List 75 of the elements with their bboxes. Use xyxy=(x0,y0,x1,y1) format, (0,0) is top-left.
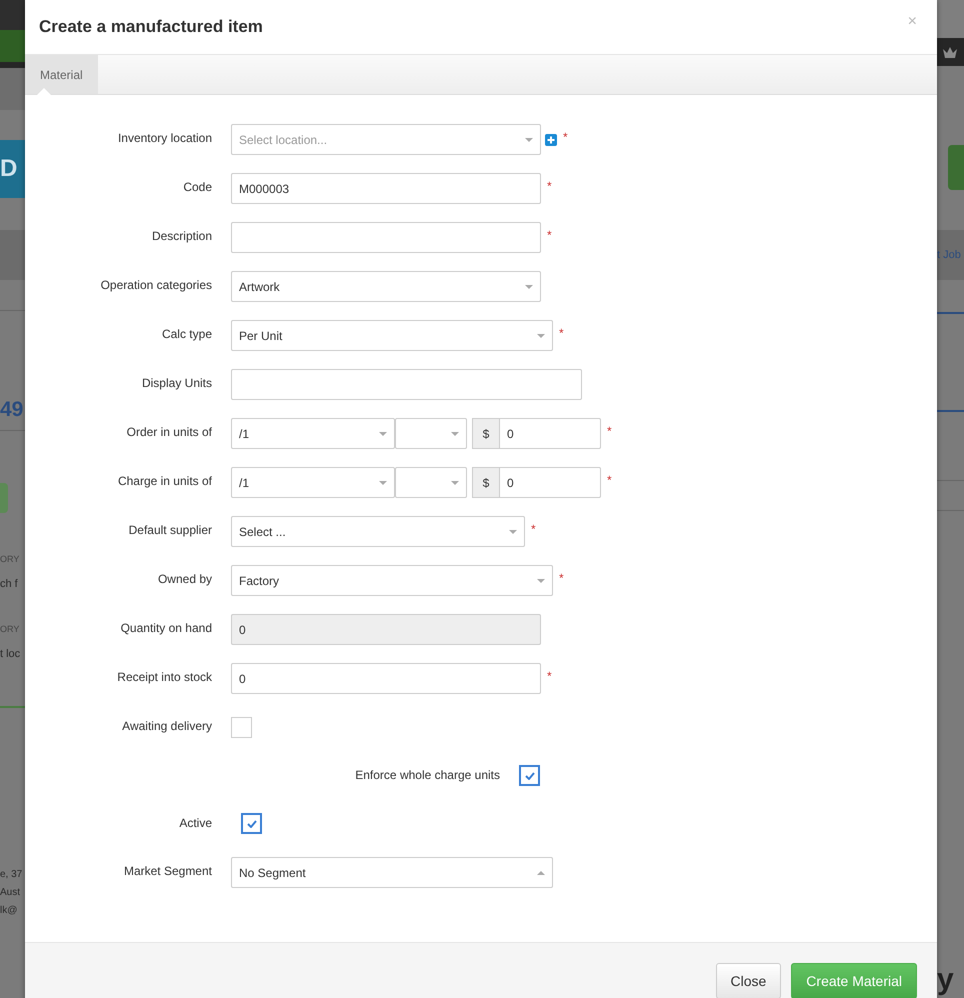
input-field[interactable]: 0 xyxy=(499,418,601,449)
action-button[interactable] xyxy=(948,145,964,190)
background-text: ORY xyxy=(0,553,20,566)
top-bar xyxy=(0,0,25,30)
input-field[interactable] xyxy=(231,369,582,400)
caret-down-icon xyxy=(379,432,387,436)
currency-addon: $ xyxy=(472,467,499,498)
add-icon[interactable] xyxy=(545,134,557,146)
required-marker: * xyxy=(607,472,612,489)
check-icon xyxy=(524,772,534,780)
field-label: Order in units of xyxy=(126,424,212,441)
crown-icon[interactable] xyxy=(942,46,958,58)
tab[interactable]: Material xyxy=(25,55,98,94)
caret-down-icon xyxy=(379,480,387,484)
checkbox[interactable] xyxy=(231,717,252,738)
select-field[interactable]: Factory xyxy=(231,565,553,596)
background-text: 49 xyxy=(0,398,24,422)
checkbox[interactable] xyxy=(519,765,540,786)
background-text: e, 37 xyxy=(0,868,22,882)
currency-addon: $ xyxy=(472,418,499,449)
field-label: Active xyxy=(178,815,212,832)
background-text: D xyxy=(0,155,18,183)
required-marker: * xyxy=(559,325,564,342)
field-label: Default supplier xyxy=(128,522,212,539)
field-label: Description xyxy=(150,228,212,245)
required-marker: * xyxy=(547,178,552,195)
input-field[interactable]: 0 xyxy=(499,467,601,498)
select-field[interactable] xyxy=(395,467,467,498)
field-label: Code xyxy=(182,179,212,196)
input-field[interactable]: 0 xyxy=(231,614,541,645)
select-field[interactable]: /1 xyxy=(231,418,395,449)
status-tile xyxy=(0,483,8,513)
toolbar-strip xyxy=(0,62,25,68)
field-label: Market Segment xyxy=(122,863,212,880)
required-marker: * xyxy=(547,668,552,685)
field-label: Calc type xyxy=(160,326,212,343)
field-label: Operation categories xyxy=(100,277,212,294)
background-text: Aust xyxy=(0,886,20,900)
field-label: Display Units xyxy=(140,375,212,392)
select-field[interactable]: Per Unit xyxy=(231,320,553,351)
required-marker: * xyxy=(559,570,564,587)
field-label: Enforce whole charge units xyxy=(354,767,500,784)
required-marker: * xyxy=(531,521,536,538)
top-bar xyxy=(937,0,964,38)
select-field[interactable]: Artwork xyxy=(231,271,541,302)
background-text: y xyxy=(937,963,954,996)
required-marker: * xyxy=(563,129,568,146)
background-text: lk@ xyxy=(0,904,18,918)
select-field[interactable]: Select ... xyxy=(231,516,525,547)
nav-bar xyxy=(0,30,25,62)
input-field[interactable]: M000003 xyxy=(231,173,541,204)
background-text: ORY xyxy=(0,623,20,636)
background-text: ch f xyxy=(0,577,18,591)
background-text: t loc xyxy=(0,647,20,661)
required-marker: * xyxy=(607,423,612,440)
field-label: Inventory location xyxy=(116,130,212,147)
dialog-title: Create a manufactured item xyxy=(39,16,263,38)
check-icon xyxy=(246,820,256,828)
select-field[interactable]: No Segment xyxy=(231,857,553,888)
input-field[interactable] xyxy=(231,222,541,253)
caret-down-icon xyxy=(451,480,459,484)
select-field[interactable] xyxy=(395,418,467,449)
select-field[interactable]: /1 xyxy=(231,467,395,498)
caret-down-icon xyxy=(451,432,459,436)
close-button[interactable]: Close xyxy=(716,963,782,998)
tab-strip xyxy=(0,230,25,280)
required-marker: * xyxy=(547,227,552,244)
field-label: Charge in units of xyxy=(116,473,212,490)
field-label: Awaiting delivery xyxy=(121,718,212,735)
field-label: Owned by xyxy=(156,571,212,588)
input-field[interactable]: 0 xyxy=(231,663,541,694)
checkbox[interactable] xyxy=(241,813,262,834)
page-header xyxy=(0,68,25,110)
field-label: Receipt into stock xyxy=(116,669,212,686)
field-label: Quantity on hand xyxy=(120,620,212,637)
